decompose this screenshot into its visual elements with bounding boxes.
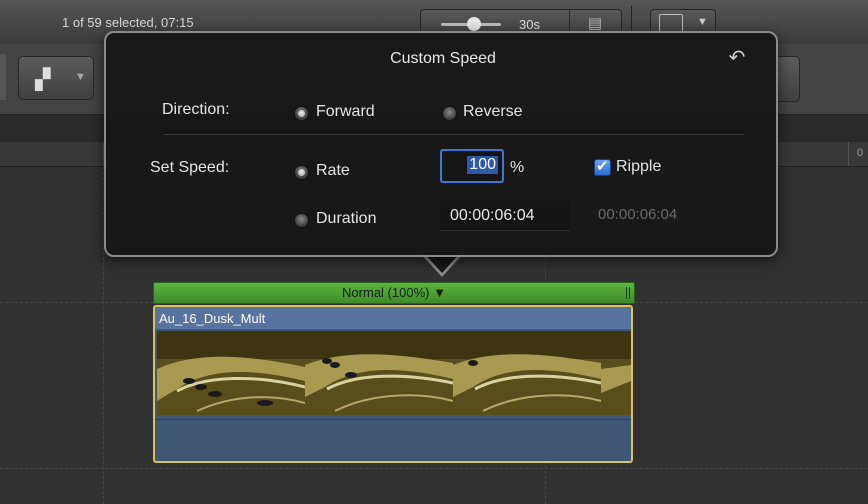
retime-handle[interactable] <box>626 287 630 299</box>
clip-thumbnail <box>453 331 601 415</box>
clip-name-bar: Au_16_Dusk_Mult <box>155 307 631 329</box>
zoom-slider-knob[interactable] <box>467 17 481 31</box>
original-duration: 00:00:06:04 <box>598 206 678 223</box>
set-speed-label: Set Speed: <box>150 159 230 176</box>
ripple-label[interactable]: Ripple <box>616 158 661 176</box>
reverse-label[interactable]: Reverse <box>463 103 523 121</box>
popover-divider <box>164 134 744 135</box>
ruler-tick <box>848 142 849 166</box>
zoom-label: 30s <box>519 17 540 32</box>
selection-status: 1 of 59 selected, 07:15 <box>62 15 194 30</box>
clip-thumbnail <box>305 331 453 415</box>
rate-value[interactable]: 100 <box>467 156 498 174</box>
reset-icon[interactable]: ↶ <box>726 45 748 69</box>
clip-name: Au_16_Dusk_Mult <box>159 311 266 326</box>
ripple-checkbox[interactable] <box>594 157 611 176</box>
popover-title: Custom Speed <box>390 50 496 67</box>
clip-thumbnail <box>157 331 305 415</box>
chevron-down-icon: ▼ <box>697 16 708 28</box>
chevron-down-icon: ▼ <box>75 71 86 83</box>
duration-input[interactable]: 00:00:06:04 <box>440 201 570 231</box>
clip-thumbnail <box>601 331 631 415</box>
speed-bar-label[interactable]: Normal (100%) ▼ <box>342 285 446 300</box>
rate-label[interactable]: Rate <box>316 162 350 180</box>
grid-line <box>0 468 868 469</box>
overwrite-icon: ▞ <box>35 69 51 91</box>
duration-radio[interactable] <box>294 213 309 228</box>
toolbar-edge <box>0 54 6 100</box>
forward-label[interactable]: Forward <box>316 103 375 121</box>
rate-input[interactable]: 100 <box>440 149 504 183</box>
retime-speed-bar[interactable]: Normal (100%) ▼ <box>153 282 635 304</box>
direction-label: Direction: <box>162 101 230 118</box>
clip-audio-lane <box>155 419 631 420</box>
reverse-radio[interactable] <box>442 106 457 121</box>
clip-filmstrip <box>157 331 631 415</box>
rate-unit: % <box>510 159 525 176</box>
forward-radio[interactable] <box>294 106 309 121</box>
custom-speed-popover: Custom Speed ↶ Direction: Forward Revers… <box>104 31 778 257</box>
video-clip[interactable]: Au_16_Dusk_Mult <box>153 305 633 463</box>
rate-radio[interactable] <box>294 165 309 180</box>
duration-label[interactable]: Duration <box>316 210 376 228</box>
edit-mode-button[interactable]: ▞ ▼ <box>18 56 94 100</box>
ruler-zero-label: 0 <box>857 147 864 159</box>
